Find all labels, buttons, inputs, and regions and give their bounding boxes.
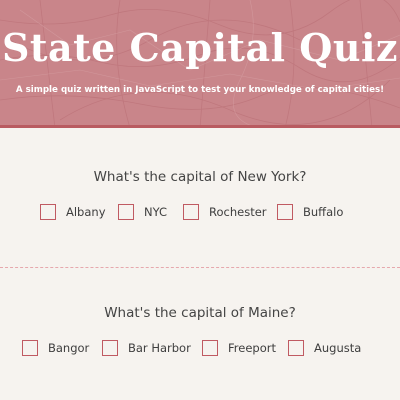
checkbox[interactable] bbox=[288, 340, 304, 356]
option-label: Albany bbox=[66, 205, 106, 219]
checkbox[interactable] bbox=[202, 340, 218, 356]
option-label: Augusta bbox=[314, 341, 362, 355]
option-label: Rochester bbox=[209, 205, 267, 219]
page-subtitle: A simple quiz written in JavaScript to t… bbox=[15, 85, 385, 95]
question-block-1: What's the capital of New York? Albany N… bbox=[0, 168, 400, 223]
option-buffalo[interactable]: Buffalo bbox=[277, 203, 343, 221]
option-label: Freeport bbox=[228, 341, 276, 355]
page-title: State Capital Quiz bbox=[1, 25, 399, 70]
question-text: What's the capital of Maine? bbox=[104, 305, 296, 321]
question-block-2: What's the capital of Maine? Bangor Bar … bbox=[0, 304, 400, 359]
option-label: Bangor bbox=[48, 341, 90, 355]
option-label: Bar Harbor bbox=[128, 341, 191, 355]
question-text: What's the capital of New York? bbox=[93, 169, 307, 185]
section-divider bbox=[0, 267, 400, 268]
option-nyc[interactable]: NYC bbox=[118, 203, 167, 221]
checkbox[interactable] bbox=[22, 340, 38, 356]
option-label: NYC bbox=[144, 205, 168, 219]
option-bangor[interactable]: Bangor bbox=[22, 339, 89, 357]
checkbox[interactable] bbox=[40, 204, 56, 220]
option-freeport[interactable]: Freeport bbox=[202, 339, 276, 357]
answer-options: Albany NYC Rochester Buffalo bbox=[0, 203, 400, 223]
header-banner: State Capital Quiz A simple quiz written… bbox=[0, 0, 400, 128]
answer-options: Bangor Bar Harbor Freeport Augusta bbox=[0, 339, 400, 359]
option-augusta[interactable]: Augusta bbox=[288, 339, 361, 357]
checkbox[interactable] bbox=[183, 204, 199, 220]
option-rochester[interactable]: Rochester bbox=[183, 203, 267, 221]
checkbox[interactable] bbox=[118, 204, 134, 220]
checkbox[interactable] bbox=[102, 340, 118, 356]
option-label: Buffalo bbox=[303, 205, 344, 219]
checkbox[interactable] bbox=[277, 204, 293, 220]
option-bar-harbor[interactable]: Bar Harbor bbox=[102, 339, 191, 357]
option-albany[interactable]: Albany bbox=[40, 203, 106, 221]
